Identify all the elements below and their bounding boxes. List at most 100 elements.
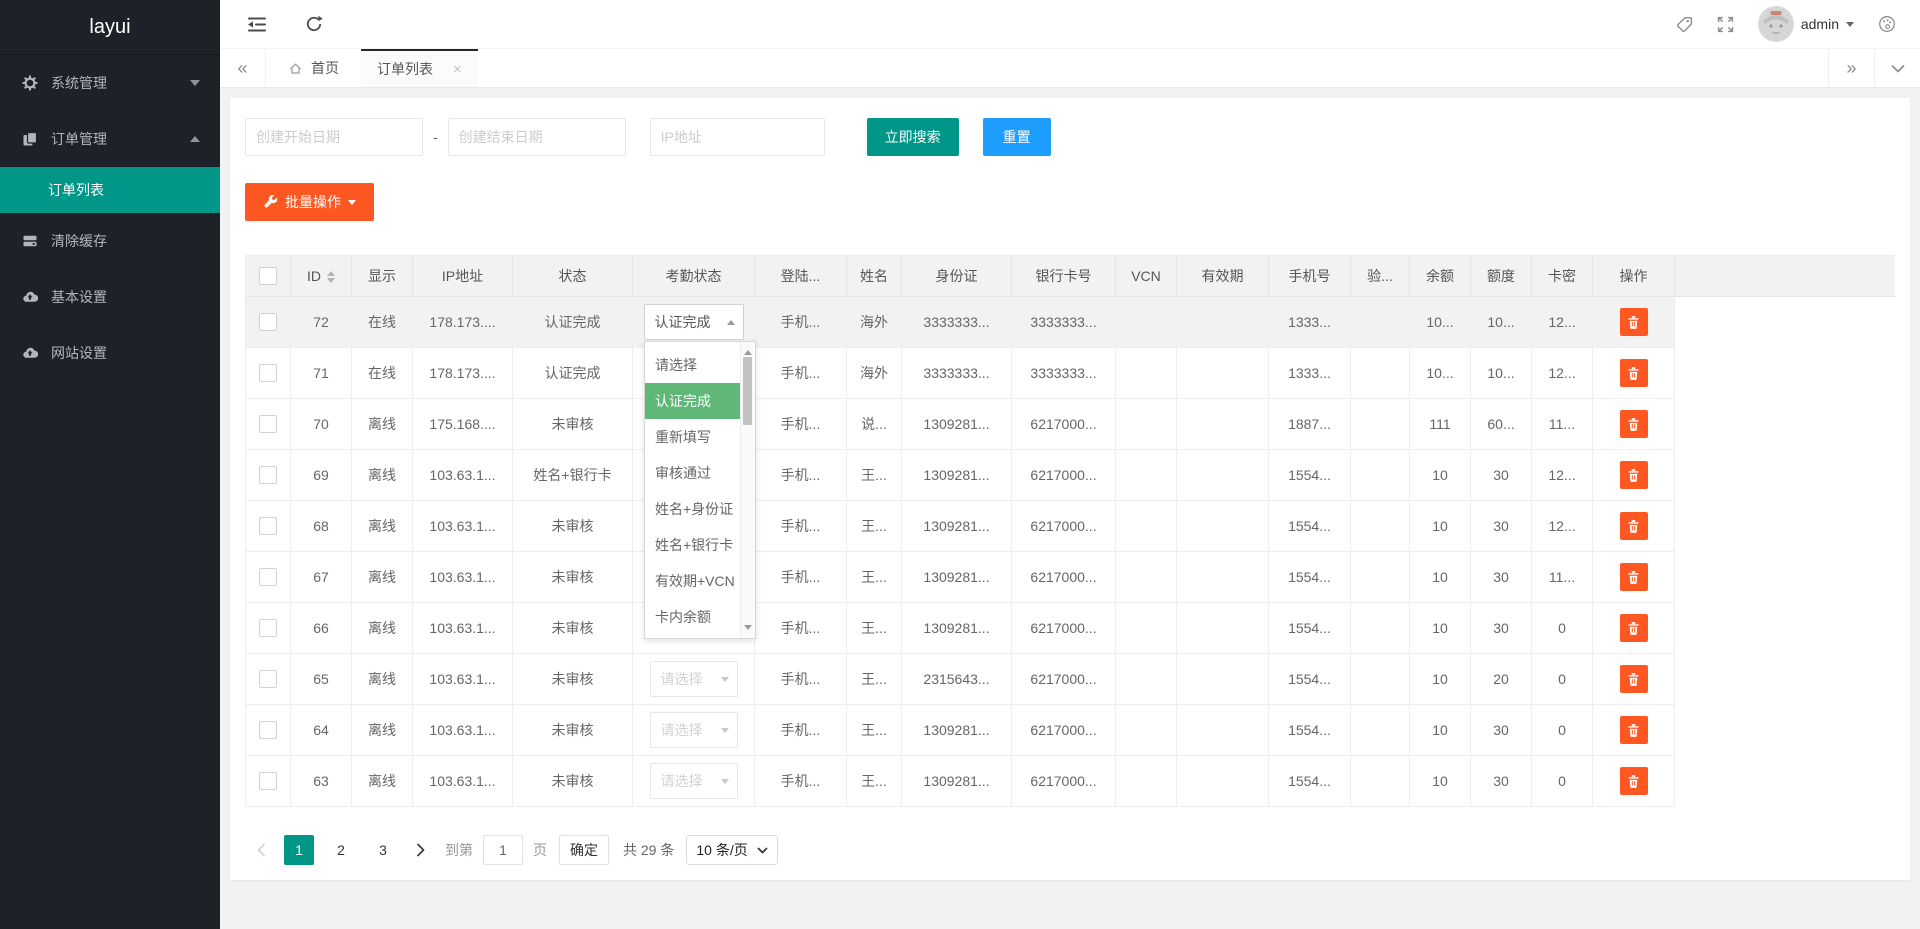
row-checkbox[interactable]	[246, 297, 291, 348]
scrollbar-down-arrow-icon[interactable]	[744, 625, 752, 634]
sidebar-item-site-settings[interactable]: 网站设置	[0, 325, 220, 381]
row-checkbox[interactable]	[246, 756, 291, 807]
ip-cell: 178.173....	[413, 348, 513, 399]
collapse-sidebar-icon[interactable]	[248, 16, 267, 33]
row-checkbox[interactable]	[246, 399, 291, 450]
ip-address-input[interactable]	[650, 118, 825, 156]
trash-icon	[1626, 774, 1641, 789]
confirm-page-button[interactable]: 确定	[559, 835, 609, 865]
dropdown-option[interactable]: 有效期+VCN	[645, 563, 740, 599]
delete-button[interactable]	[1620, 410, 1648, 438]
dropdown-option[interactable]: 认证完成	[645, 383, 740, 419]
attendance-select-disabled[interactable]: 请选择	[650, 712, 738, 748]
bank_card-cell: 6217000...	[1012, 399, 1116, 450]
delete-button[interactable]	[1620, 308, 1648, 336]
name-cell: 王...	[847, 654, 902, 705]
row-checkbox[interactable]	[246, 348, 291, 399]
tabs-scroll-right-button[interactable]: »	[1828, 49, 1874, 87]
refresh-icon[interactable]	[305, 15, 323, 33]
dropdown-scrollbar[interactable]	[740, 342, 755, 638]
reset-button[interactable]: 重置	[983, 118, 1051, 156]
sidebar-item-order-management[interactable]: 订单管理	[0, 111, 220, 167]
verify-cell	[1351, 552, 1410, 603]
next-page-button[interactable]	[404, 843, 437, 857]
delete-button[interactable]	[1620, 614, 1648, 642]
fullscreen-icon[interactable]	[1717, 16, 1734, 33]
balance-cell: 10	[1410, 705, 1471, 756]
page-button[interactable]: 1	[284, 835, 314, 865]
delete-button[interactable]	[1620, 359, 1648, 387]
table-row: 71在线178.173....认证完成手机...海外3333333...3333…	[245, 348, 1675, 399]
quota-cell: 20	[1471, 654, 1532, 705]
scrollbar-thumb[interactable]	[743, 357, 752, 425]
close-tab-icon[interactable]: ×	[453, 61, 462, 78]
column-header: 显示	[352, 256, 413, 296]
dropdown-option[interactable]: 姓名+身份证	[645, 491, 740, 527]
delete-button[interactable]	[1620, 563, 1648, 591]
tag-icon[interactable]	[1676, 16, 1693, 33]
select-all-checkbox[interactable]	[246, 256, 291, 296]
dropdown-option[interactable]: 请选择	[645, 347, 740, 383]
phone-cell: 1554...	[1269, 501, 1351, 552]
tab-home[interactable]: 首页	[266, 49, 361, 87]
action-cell	[1593, 756, 1675, 807]
delete-button[interactable]	[1620, 461, 1648, 489]
ip-cell: 103.63.1...	[413, 654, 513, 705]
delete-button[interactable]	[1620, 767, 1648, 795]
quota-cell: 30	[1471, 501, 1532, 552]
status-cell: 认证完成	[513, 297, 633, 348]
row-checkbox[interactable]	[246, 705, 291, 756]
attendance-select-disabled[interactable]: 请选择	[650, 661, 738, 697]
display-cell: 离线	[352, 552, 413, 603]
dropdown-option[interactable]: 重新填写	[645, 419, 740, 455]
chevron-up-icon	[190, 136, 200, 142]
column-header[interactable]: ID	[291, 256, 352, 296]
tabs-menu-button[interactable]	[1874, 49, 1920, 87]
per-page-select[interactable]: 10 条/页	[686, 835, 777, 865]
row-checkbox[interactable]	[246, 654, 291, 705]
delete-button[interactable]	[1620, 665, 1648, 693]
dropdown-option[interactable]: 卡内余额	[645, 599, 740, 635]
page-jump-input[interactable]	[483, 835, 523, 865]
start-date-input[interactable]	[245, 118, 423, 156]
dropdown-option[interactable]: 姓名+银行卡	[645, 527, 740, 563]
login-cell: 手机...	[755, 603, 847, 654]
user-menu[interactable]: admin	[1758, 6, 1854, 42]
prev-page-button[interactable]	[245, 843, 278, 857]
delete-button[interactable]	[1620, 512, 1648, 540]
bank_card-cell: 6217000...	[1012, 603, 1116, 654]
validity-cell	[1177, 399, 1269, 450]
attendance-cell: 请选择	[633, 756, 755, 807]
row-checkbox[interactable]	[246, 603, 291, 654]
page-button[interactable]: 2	[326, 835, 356, 865]
attendance-select-disabled[interactable]: 请选择	[650, 763, 738, 799]
sidebar-item-clear-cache[interactable]: 清除缓存	[0, 213, 220, 269]
page-button[interactable]: 3	[368, 835, 398, 865]
end-date-input[interactable]	[448, 118, 626, 156]
dropdown-option[interactable]: 审核通过	[645, 455, 740, 491]
column-header: 手机号	[1269, 256, 1351, 296]
scrollbar-up-arrow-icon[interactable]	[744, 346, 752, 355]
tabs-scroll-left-button[interactable]: «	[220, 49, 266, 87]
verify-cell	[1351, 348, 1410, 399]
column-header: 有效期	[1177, 256, 1269, 296]
sidebar-item-order-list[interactable]: 订单列表	[0, 167, 220, 213]
search-button[interactable]: 立即搜索	[867, 118, 959, 156]
sidebar-item-basic-settings[interactable]: 基本设置	[0, 269, 220, 325]
delete-button[interactable]	[1620, 716, 1648, 744]
batch-operations-button[interactable]: 批量操作	[245, 183, 374, 221]
tab-order-list[interactable]: 订单列表 ×	[361, 49, 478, 87]
row-checkbox[interactable]	[246, 552, 291, 603]
row-checkbox[interactable]	[246, 501, 291, 552]
column-header: VCN	[1116, 256, 1177, 296]
cloud-upload-icon	[22, 345, 38, 361]
theme-palette-icon[interactable]	[1878, 15, 1896, 33]
id-cell: 68	[291, 501, 352, 552]
sort-icon[interactable]	[327, 267, 335, 287]
id-cell: 72	[291, 297, 352, 348]
column-header: 验...	[1351, 256, 1410, 296]
sidebar-item-system-management[interactable]: 系统管理	[0, 55, 220, 111]
row-checkbox[interactable]	[246, 450, 291, 501]
phone-cell: 1554...	[1269, 705, 1351, 756]
attendance-select[interactable]: 认证完成	[644, 304, 744, 340]
